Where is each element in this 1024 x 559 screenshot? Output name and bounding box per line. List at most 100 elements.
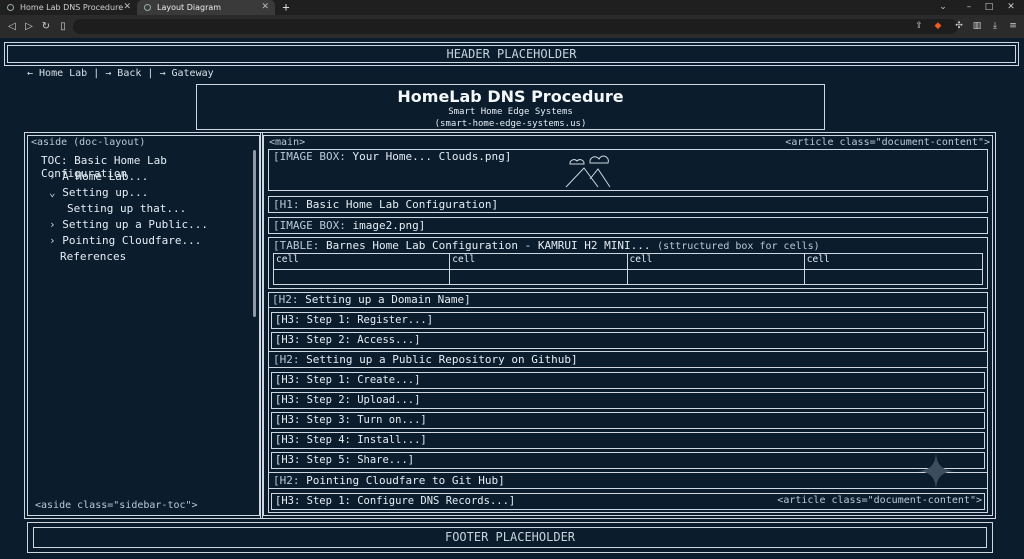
h3-turn-on[interactable]: [H3: Step 3: Turn on...] xyxy=(271,412,985,429)
sparkle-icon xyxy=(918,453,954,489)
h3-create[interactable]: [H3: Step 1: Create...] xyxy=(271,372,985,389)
element-tag: [H2: xyxy=(273,353,300,366)
toc-item-home-lab[interactable]: › A Home Lab... xyxy=(49,170,249,184)
element-tag: [TABLE: xyxy=(273,239,320,252)
menu-icon[interactable]: ≡ xyxy=(1006,15,1020,38)
chevron-right-icon: › xyxy=(49,218,56,231)
forward-icon[interactable]: ▷ xyxy=(21,15,37,38)
heading-label: Step 5: Share...] xyxy=(300,454,415,466)
breadcrumb[interactable]: ← Home Lab | → Back | → Gateway xyxy=(27,67,327,81)
element-tag: [H3: xyxy=(275,414,301,426)
chevron-right-icon: › xyxy=(49,234,56,247)
toc-item-setting-up-that[interactable]: Setting up that... xyxy=(67,202,267,216)
tab-layout-diagram[interactable]: Layout Diagram ✕ xyxy=(137,0,275,15)
table-cell xyxy=(805,270,983,285)
h3-share[interactable]: [H3: Step 5: Share...] xyxy=(271,452,985,469)
aside-class-label: <aside class="sidebar-toc"> xyxy=(35,500,198,511)
h2-cloudfare[interactable]: [H2: Pointing Cloudfare to Git Hub] xyxy=(268,472,988,489)
heading-label: Setting up a Public Repository on Github… xyxy=(299,353,578,366)
toc-item-setting-up[interactable]: ⌄ Setting up... xyxy=(49,186,249,200)
toc-item-label: References xyxy=(60,250,127,263)
table-row xyxy=(274,270,983,285)
element-tag: [H3: xyxy=(275,495,301,507)
new-tab-button[interactable]: + xyxy=(279,0,293,15)
aside-label: <aside (doc-layout) xyxy=(31,137,146,148)
page-subtitle: Smart Home Edge Systems xyxy=(448,107,573,117)
main-label: <main> xyxy=(269,137,306,148)
heading-label: Step 1: Register...] xyxy=(300,314,434,326)
h3-upload[interactable]: [H3: Step 2: Upload...] xyxy=(271,392,985,409)
image-placeholder-icon xyxy=(565,155,611,188)
title-block: HomeLab DNS Procedure Smart Home Edge Sy… xyxy=(196,84,825,130)
image-box-image2[interactable]: [IMAGE BOX: image2.png] xyxy=(268,217,988,234)
brave-shield-icon[interactable]: ◆ xyxy=(931,15,945,38)
table-cell xyxy=(274,270,451,285)
heading-label: Step 3: Turn on...] xyxy=(300,414,427,426)
close-tab-icon[interactable]: ✕ xyxy=(123,0,131,15)
toc-title[interactable]: TOC: Basic Home Lab Configuration xyxy=(41,154,256,180)
heading-label: Setting up a Domain Name] xyxy=(298,293,471,306)
bookmark-icon[interactable]: ▯ xyxy=(55,15,71,38)
toc-item-label: Setting up a Public... xyxy=(62,218,208,231)
h3-register[interactable]: [H3: Step 1: Register...] xyxy=(271,312,985,329)
table-cell: cell xyxy=(274,254,451,270)
h3-install[interactable]: [H3: Step 4: Install...] xyxy=(271,432,985,449)
h2-domain-name[interactable]: [H2: Setting up a Domain Name] xyxy=(269,293,987,308)
toc-item-label: Setting up... xyxy=(62,186,149,199)
toc-item-public[interactable]: › Setting up a Public... xyxy=(49,218,249,232)
article-label: <article class="document-content"> xyxy=(785,137,990,148)
heading-label: Step 1: Create...] xyxy=(300,374,421,386)
globe-icon xyxy=(7,4,14,11)
element-tag: [H1: xyxy=(273,198,300,211)
footer-label: FOOTER PLACEHOLDER xyxy=(444,530,576,544)
back-icon[interactable]: ◁ xyxy=(4,15,20,38)
chevron-right-icon: › xyxy=(49,170,56,183)
toc-item-label: Setting up that... xyxy=(67,202,187,215)
heading-label: Step 2: Access...] xyxy=(300,334,421,346)
heading-label: Step 1: Configure DNS Records...] xyxy=(300,495,516,507)
reload-icon[interactable]: ↻ xyxy=(38,15,54,38)
element-tag: [H3: xyxy=(275,334,301,346)
heading-label: Pointing Cloudfare to Git Hub] xyxy=(299,474,505,487)
aside-scrollbar[interactable] xyxy=(253,150,256,317)
element-tag: [H2: xyxy=(272,293,299,306)
h3-access[interactable]: [H3: Step 2: Access...] xyxy=(271,332,985,349)
element-tag: [H3: xyxy=(275,454,301,466)
share-icon[interactable]: ⇪ xyxy=(912,15,926,38)
page-domain: (smart-home-edge-systems.us) xyxy=(434,119,587,129)
element-tag: [H3: xyxy=(275,434,301,446)
header-label: HEADER PLACEHOLDER xyxy=(446,47,577,61)
extensions-icon[interactable]: ✣ xyxy=(952,15,966,38)
toc-item-references[interactable]: References xyxy=(60,250,260,264)
element-tag: [H3: xyxy=(275,394,301,406)
image-box-clouds[interactable]: [IMAGE BOX: Your Home... Clouds.png] xyxy=(268,149,988,191)
heading-label: Basic Home Lab Configuration] xyxy=(299,198,499,211)
element-tag: [IMAGE BOX: xyxy=(273,150,346,163)
close-window-icon[interactable]: ✕ xyxy=(1002,0,1020,15)
address-bar[interactable] xyxy=(73,19,958,34)
tab-home-lab-dns[interactable]: Home Lab DNS Procedure ✕ xyxy=(0,0,137,15)
tab-search-icon[interactable]: ⌄ xyxy=(934,0,952,15)
sidebar-icon[interactable]: ▥ xyxy=(970,15,984,38)
table-note: (sttructured box for cells) xyxy=(657,241,820,252)
element-tag: [H3: xyxy=(275,374,301,386)
h2-github[interactable]: [H2: Setting up a Public Repository on G… xyxy=(268,351,988,368)
element-tag: [H3: xyxy=(275,314,301,326)
article-end-label: <article class="document-content"> xyxy=(777,495,982,506)
image-box-label: image2.png] xyxy=(345,219,426,232)
table-row: cell cell cell cell xyxy=(274,254,983,270)
globe-icon xyxy=(144,4,151,11)
tab-title: Layout Diagram xyxy=(157,3,222,12)
maximize-icon[interactable]: □ xyxy=(980,0,998,15)
table-grid: cell cell cell cell xyxy=(273,253,983,285)
minimize-icon[interactable]: – xyxy=(960,0,978,15)
table-cell: cell xyxy=(804,254,983,270)
download-icon[interactable]: ⤓ xyxy=(988,15,1002,38)
element-tag: [H2: xyxy=(273,474,300,487)
table-cell xyxy=(628,270,805,285)
close-tab-icon[interactable]: ✕ xyxy=(261,0,269,15)
toc-item-cloudfare[interactable]: › Pointing Cloudfare... xyxy=(49,234,249,248)
footer-inner: FOOTER PLACEHOLDER xyxy=(33,527,987,548)
toc-item-label: Pointing Cloudfare... xyxy=(62,234,202,247)
h1-basic-home-lab[interactable]: [H1: Basic Home Lab Configuration] xyxy=(268,196,988,213)
